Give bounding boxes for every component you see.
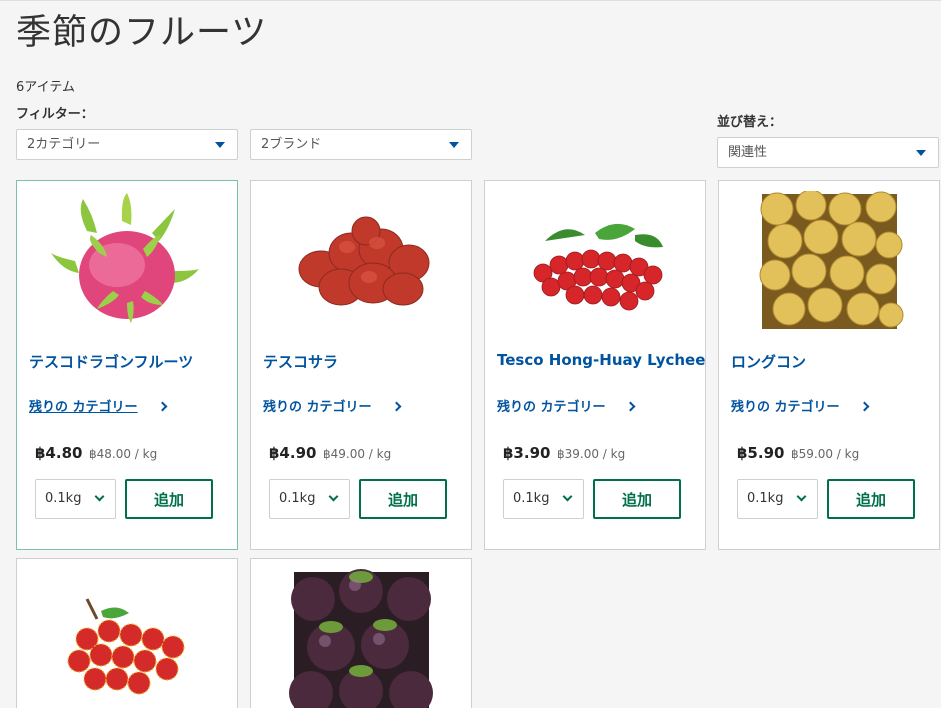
category-link[interactable]: 残りの カテゴリー: [263, 396, 372, 415]
unit-price: ฿48.00 / kg: [89, 447, 158, 461]
brand-filter-value: 2ブランド: [261, 137, 322, 152]
chevron-right-icon[interactable]: [625, 401, 636, 412]
unit-price: ฿39.00 / kg: [557, 447, 626, 461]
product-price: ฿5.90: [737, 444, 785, 462]
quantity-select[interactable]: 0.1kg: [35, 479, 116, 519]
product-image-mangosteen[interactable]: [251, 569, 471, 708]
top-divider: [0, 0, 941, 1]
product-card-mangosteen[interactable]: [250, 558, 472, 708]
quantity-value: 0.1kg: [513, 491, 550, 506]
add-to-cart-button[interactable]: 追加: [827, 479, 915, 519]
filter-label: フィルター：: [16, 107, 94, 122]
product-price: ฿3.90: [503, 444, 551, 462]
quantity-select[interactable]: 0.1kg: [737, 479, 818, 519]
chevron-down-icon: [94, 491, 105, 502]
caret-down-icon: [449, 142, 459, 148]
product-card-longkong[interactable]: ロングコン 残りの カテゴリー ฿5.90 ฿59.00 / kg 0.1kg …: [718, 180, 940, 550]
sort-label: 並び替え：: [717, 115, 783, 130]
product-name[interactable]: テスコサラ: [263, 351, 463, 372]
quantity-select[interactable]: 0.1kg: [503, 479, 584, 519]
quantity-select[interactable]: 0.1kg: [269, 479, 350, 519]
product-name[interactable]: テスコドラゴンフルーツ: [29, 351, 229, 372]
product-price: ฿4.90: [269, 444, 317, 462]
caret-down-icon: [916, 150, 926, 156]
add-to-cart-button[interactable]: 追加: [125, 479, 213, 519]
unit-price: ฿49.00 / kg: [323, 447, 392, 461]
quantity-value: 0.1kg: [279, 491, 316, 506]
page-title: 季節のフルーツ: [16, 13, 268, 53]
product-card-salak[interactable]: テスコサラ 残りの カテゴリー ฿4.90 ฿49.00 / kg 0.1kg …: [250, 180, 472, 550]
product-price: ฿4.80: [35, 444, 83, 462]
sort-dropdown[interactable]: 関連性: [717, 137, 939, 168]
unit-price: ฿59.00 / kg: [791, 447, 860, 461]
category-filter-dropdown[interactable]: 2カテゴリー: [16, 129, 238, 160]
sort-value: 関連性: [728, 145, 768, 160]
chevron-right-icon[interactable]: [157, 401, 168, 412]
item-count: 6アイテム: [16, 80, 75, 95]
brand-filter-dropdown[interactable]: 2ブランド: [250, 129, 472, 160]
category-filter-value: 2カテゴリー: [27, 137, 101, 152]
chevron-right-icon[interactable]: [859, 401, 870, 412]
product-name[interactable]: ロングコン: [731, 351, 931, 372]
chevron-down-icon: [796, 491, 807, 502]
category-link[interactable]: 残りの カテゴリー: [29, 396, 138, 415]
chevron-down-icon: [562, 491, 573, 502]
product-card-rambutan[interactable]: [16, 558, 238, 708]
product-name[interactable]: Tesco Hong-Huay Lychee: [497, 351, 705, 369]
caret-down-icon: [215, 142, 225, 148]
quantity-value: 0.1kg: [747, 491, 784, 506]
product-image-longkong[interactable]: [719, 191, 939, 331]
product-image-salak[interactable]: [251, 191, 471, 331]
product-image-rambutan[interactable]: [17, 569, 237, 708]
quantity-value: 0.1kg: [45, 491, 82, 506]
add-to-cart-button[interactable]: 追加: [359, 479, 447, 519]
category-link[interactable]: 残りの カテゴリー: [497, 396, 606, 415]
product-image-lychee[interactable]: [485, 191, 705, 331]
product-card-dragon-fruit[interactable]: テスコドラゴンフルーツ 残りの カテゴリー ฿4.80 ฿48.00 / kg …: [16, 180, 238, 550]
chevron-down-icon: [328, 491, 339, 502]
add-to-cart-button[interactable]: 追加: [593, 479, 681, 519]
product-card-lychee[interactable]: Tesco Hong-Huay Lychee 残りの カテゴリー ฿3.90 ฿…: [484, 180, 706, 550]
category-link[interactable]: 残りの カテゴリー: [731, 396, 840, 415]
chevron-right-icon[interactable]: [391, 401, 402, 412]
product-image-dragon-fruit[interactable]: [17, 191, 237, 331]
